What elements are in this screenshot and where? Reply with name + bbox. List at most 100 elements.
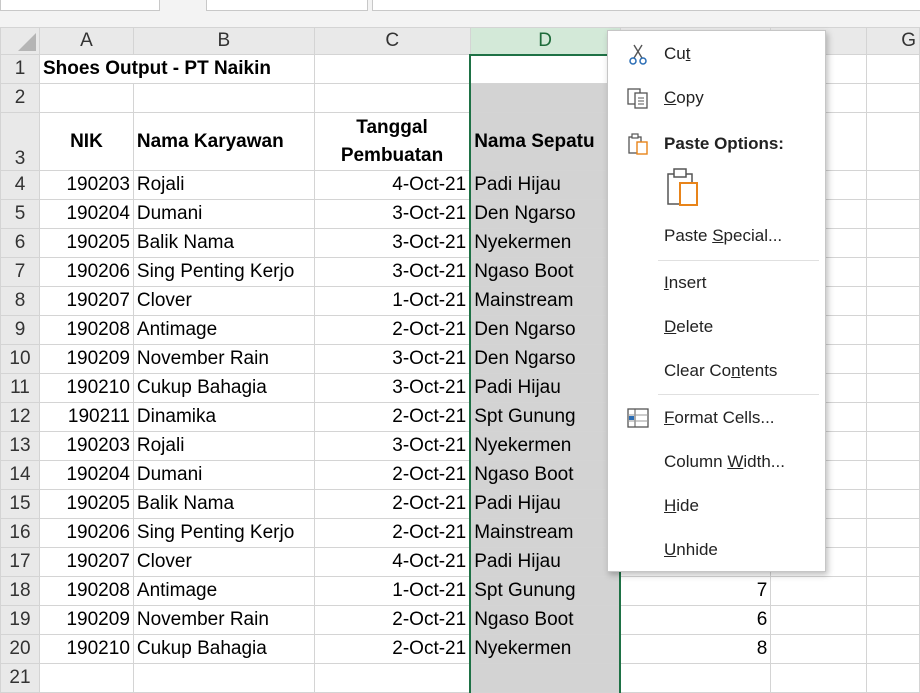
- cell-tanggal[interactable]: 2-Oct-21: [313, 402, 471, 432]
- cell-nik[interactable]: 190207: [38, 286, 134, 316]
- cell[interactable]: [866, 634, 920, 664]
- cell-tanggal[interactable]: 2-Oct-21: [313, 518, 471, 548]
- cell[interactable]: [866, 344, 920, 374]
- row-header[interactable]: 7: [0, 257, 40, 287]
- cell-tanggal[interactable]: 2-Oct-21: [313, 489, 471, 519]
- menu-item-column-width[interactable]: Column Width...: [608, 445, 825, 479]
- cell-tanggal[interactable]: 4-Oct-21: [313, 547, 471, 577]
- cell-nama[interactable]: Antimage: [132, 315, 315, 345]
- row-header[interactable]: 14: [0, 460, 40, 490]
- cell[interactable]: [866, 431, 920, 461]
- row-header[interactable]: 8: [0, 286, 40, 316]
- cell-nik[interactable]: 190208: [38, 576, 134, 606]
- cell-sepatu[interactable]: Den Ngarso: [469, 199, 622, 229]
- cell[interactable]: [469, 83, 622, 113]
- cell[interactable]: [866, 286, 920, 316]
- cell-sepatu[interactable]: Mainstream: [469, 518, 622, 548]
- formula-input[interactable]: [372, 0, 920, 11]
- row-header[interactable]: 5: [0, 199, 40, 229]
- cell-e[interactable]: 7: [619, 576, 772, 606]
- cell[interactable]: [866, 257, 920, 287]
- cell[interactable]: [866, 518, 920, 548]
- cell-sepatu[interactable]: Mainstream: [469, 286, 622, 316]
- select-all-corner[interactable]: [0, 27, 40, 55]
- cell-tanggal[interactable]: [313, 663, 471, 693]
- cell-sepatu[interactable]: Padi Hijau: [469, 489, 622, 519]
- menu-item-delete[interactable]: Delete: [608, 310, 825, 344]
- cell[interactable]: [313, 83, 471, 113]
- cell-nik[interactable]: 190206: [38, 518, 134, 548]
- cell-nama[interactable]: Clover: [132, 286, 315, 316]
- row-header[interactable]: 21: [0, 663, 40, 693]
- formula-buttons[interactable]: [206, 0, 368, 11]
- cell-sepatu[interactable]: Den Ngarso: [469, 315, 622, 345]
- cell-nik[interactable]: 190210: [38, 634, 134, 664]
- cell[interactable]: [866, 373, 920, 403]
- cell-nik[interactable]: 190207: [38, 547, 134, 577]
- cell[interactable]: [866, 199, 920, 229]
- cell-sepatu[interactable]: Nyekermen: [469, 431, 622, 461]
- title-cell[interactable]: Shoes Output - PT Naikin: [38, 54, 315, 84]
- cell-nik[interactable]: 190205: [38, 228, 134, 258]
- cell[interactable]: [770, 663, 868, 693]
- row-header[interactable]: 17: [0, 547, 40, 577]
- cell-nik[interactable]: 190204: [38, 460, 134, 490]
- cell-tanggal[interactable]: 3-Oct-21: [313, 344, 471, 374]
- cell-nama[interactable]: Clover: [132, 547, 315, 577]
- cell-nama[interactable]: November Rain: [132, 605, 315, 635]
- cell[interactable]: [132, 83, 315, 113]
- cell-nik[interactable]: 190211: [38, 402, 134, 432]
- cell-nama[interactable]: Balik Nama: [132, 489, 315, 519]
- cell-sepatu[interactable]: Ngaso Boot: [469, 605, 622, 635]
- header-tanggal[interactable]: Tanggal Pembuatan: [313, 112, 471, 171]
- header-nik[interactable]: NIK: [38, 112, 134, 171]
- col-header-g[interactable]: G: [866, 27, 920, 55]
- cell-nama[interactable]: Sing Penting Kerjo: [132, 518, 315, 548]
- row-header[interactable]: 3: [0, 112, 40, 171]
- cell[interactable]: [770, 634, 868, 664]
- cell-e[interactable]: 6: [619, 605, 772, 635]
- cell-sepatu[interactable]: Padi Hijau: [469, 373, 622, 403]
- cell-tanggal[interactable]: 3-Oct-21: [313, 228, 471, 258]
- row-header[interactable]: 6: [0, 228, 40, 258]
- cell-tanggal[interactable]: 2-Oct-21: [313, 460, 471, 490]
- row-header[interactable]: 16: [0, 518, 40, 548]
- menu-item-insert[interactable]: Insert: [608, 266, 825, 300]
- cell-sepatu[interactable]: Padi Hijau: [469, 547, 622, 577]
- cell-nama[interactable]: [132, 663, 315, 693]
- cell-nama[interactable]: Balik Nama: [132, 228, 315, 258]
- cell-tanggal[interactable]: 1-Oct-21: [313, 286, 471, 316]
- cell[interactable]: [866, 605, 920, 635]
- cell-nama[interactable]: Cukup Bahagia: [132, 373, 315, 403]
- cell[interactable]: [866, 576, 920, 606]
- name-box[interactable]: [0, 0, 160, 11]
- cell-tanggal[interactable]: 3-Oct-21: [313, 257, 471, 287]
- col-header-c[interactable]: C: [313, 27, 471, 55]
- cell-e[interactable]: 8: [619, 634, 772, 664]
- cell-tanggal[interactable]: 4-Oct-21: [313, 170, 471, 200]
- menu-item-cut[interactable]: Cut: [608, 37, 825, 71]
- cell-tanggal[interactable]: 2-Oct-21: [313, 315, 471, 345]
- col-header-d[interactable]: D: [469, 27, 621, 56]
- paste-clipboard-icon[interactable]: [664, 167, 700, 207]
- cell[interactable]: [38, 83, 134, 113]
- row-header[interactable]: 12: [0, 402, 40, 432]
- cell[interactable]: [866, 547, 920, 577]
- cell-nik[interactable]: [38, 663, 134, 693]
- menu-item-hide[interactable]: Hide: [608, 489, 825, 523]
- row-header[interactable]: 11: [0, 373, 40, 403]
- row-header[interactable]: 19: [0, 605, 40, 635]
- row-header[interactable]: 13: [0, 431, 40, 461]
- cell-sepatu[interactable]: Nyekermen: [469, 228, 622, 258]
- cell-nama[interactable]: Rojali: [132, 170, 315, 200]
- cell-nik[interactable]: 190204: [38, 199, 134, 229]
- row-header[interactable]: 15: [0, 489, 40, 519]
- cell-nik[interactable]: 190210: [38, 373, 134, 403]
- cell[interactable]: [866, 170, 920, 200]
- cell[interactable]: [866, 315, 920, 345]
- cell-sepatu[interactable]: Spt Gunung: [469, 402, 622, 432]
- col-header-a[interactable]: A: [38, 27, 134, 55]
- row-header[interactable]: 1: [0, 54, 40, 84]
- cell-nik[interactable]: 190209: [38, 605, 134, 635]
- row-header[interactable]: 2: [0, 83, 40, 113]
